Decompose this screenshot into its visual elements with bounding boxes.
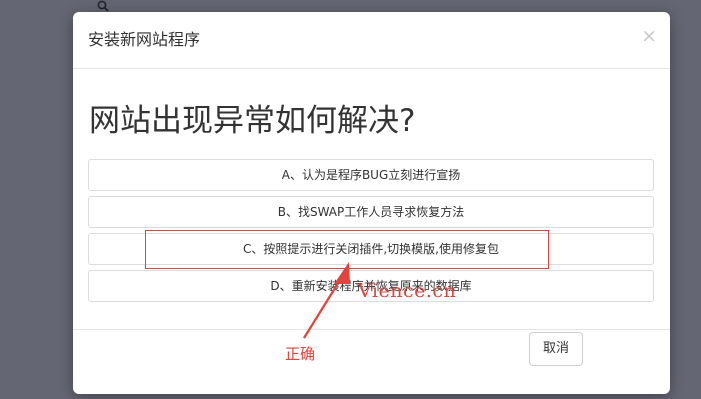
correct-label: 正确: [285, 345, 316, 363]
pointer-arrow: [303, 262, 350, 339]
watermark: Vience.cn: [358, 280, 457, 302]
